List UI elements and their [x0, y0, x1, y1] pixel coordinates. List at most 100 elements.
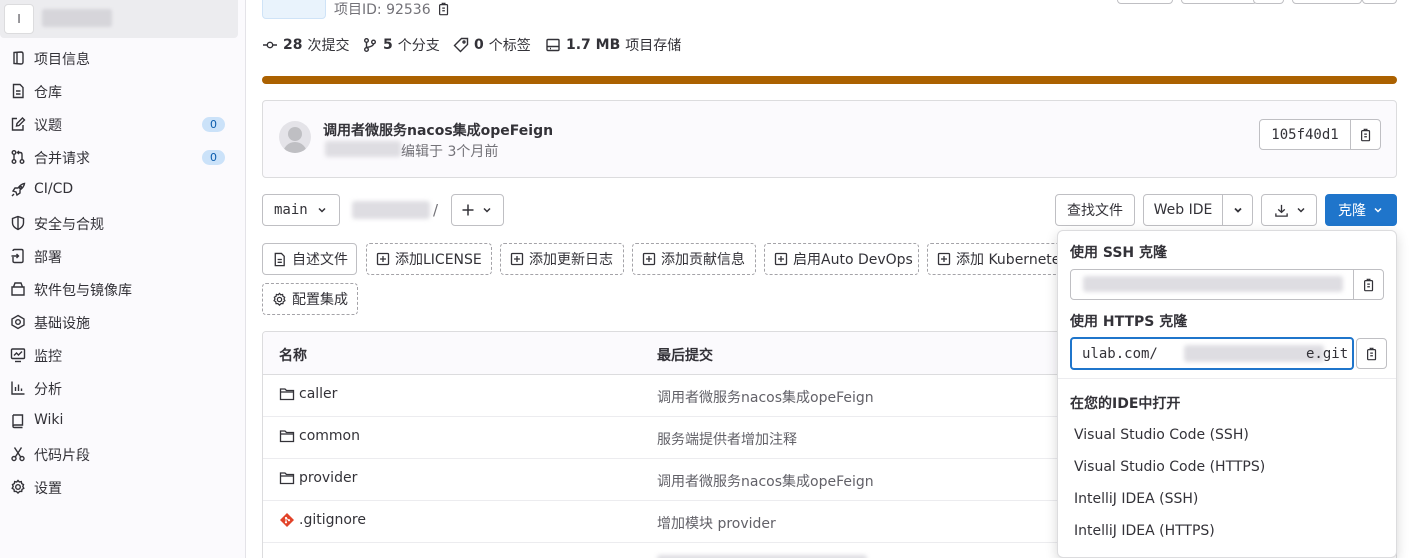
open-in-ide-header: 在您的IDE中打开: [1070, 396, 1181, 412]
chevron-down-icon: [481, 204, 493, 216]
folder-icon: [279, 386, 295, 402]
sidebar-item-merge-requests[interactable]: 合并请求 0: [0, 141, 238, 174]
sidebar-item-packages[interactable]: 软件包与镜像库: [0, 273, 238, 306]
row-commit-message[interactable]: 增加模块 provider: [657, 513, 776, 533]
commits-stat[interactable]: 28 次提交: [262, 35, 349, 55]
storage-stat[interactable]: 1.7 MB 项目存储: [545, 35, 681, 55]
enable-auto-devops-button[interactable]: 启用Auto DevOps: [764, 243, 919, 275]
chart-icon: [10, 380, 26, 396]
tag-icon: [453, 37, 469, 53]
add-changelog-button[interactable]: 添加更新日志: [500, 243, 624, 275]
sidebar-item-repository[interactable]: 仓库: [0, 75, 238, 108]
configure-integrations-button[interactable]: 配置集成: [262, 283, 358, 315]
tags-stat[interactable]: 0 个标签: [453, 35, 531, 55]
git-file-icon: [279, 512, 295, 528]
sidebar-item-analytics[interactable]: 分析: [0, 372, 238, 405]
notification-button[interactable]: [1117, 0, 1173, 4]
project-path-redacted: [352, 201, 430, 219]
copy-ssh-url-button[interactable]: [1353, 269, 1384, 300]
snippet-icon: [10, 446, 26, 462]
author-avatar[interactable]: [279, 121, 311, 153]
row-commit-message[interactable]: 服务端提供者增加注释: [657, 429, 797, 449]
file-name-link[interactable]: provider: [279, 470, 357, 486]
sidebar-item-wiki[interactable]: Wiki: [0, 405, 238, 438]
document-icon: [272, 252, 287, 267]
add-kubernetes-button[interactable]: 添加 Kubernetes: [927, 243, 1077, 275]
gear-icon: [272, 291, 287, 307]
https-clone-url-input[interactable]: ulab.com/ e.git: [1070, 337, 1354, 370]
open-vscode-ssh[interactable]: Visual Studio Code (SSH): [1074, 427, 1249, 443]
add-kubernetes-label: 添加 Kubernetes: [956, 252, 1068, 268]
copy-https-url-button[interactable]: [1356, 338, 1387, 369]
storage-label: 项目存储: [625, 38, 682, 54]
download-icon: [1274, 203, 1289, 218]
file-name: caller: [299, 386, 338, 402]
sidebar-item-monitor[interactable]: 监控: [0, 339, 238, 372]
fork-button[interactable]: [1292, 0, 1362, 4]
sidebar-item-infrastructure[interactable]: 基础设施: [0, 306, 238, 339]
project-info-icon: [10, 50, 26, 66]
sidebar-item-project-info[interactable]: 项目信息: [0, 42, 238, 75]
ssh-clone-url-input[interactable]: [1070, 269, 1354, 300]
column-header-last-commit: 最后提交: [657, 348, 713, 364]
commit-sha[interactable]: 105f40d1: [1259, 119, 1351, 150]
https-url-redacted: [1184, 345, 1324, 362]
star-button[interactable]: [1181, 0, 1257, 4]
sidebar-item-label: 基础设施: [34, 316, 90, 332]
file-name-link[interactable]: .gitignore: [279, 512, 366, 528]
sidebar-item-label: 分析: [34, 382, 62, 398]
chevron-down-icon: [1372, 204, 1384, 216]
add-license-button[interactable]: 添加LICENSE: [366, 243, 492, 275]
last-commit-title[interactable]: 调用者微服务nacos集成opeFeign: [323, 120, 553, 140]
open-intellij-https[interactable]: IntelliJ IDEA (HTTPS): [1074, 523, 1215, 539]
sidebar-item-label: 监控: [34, 349, 62, 365]
open-vscode-https[interactable]: Visual Studio Code (HTTPS): [1074, 459, 1265, 475]
row-commit-message[interactable]: 调用者微服务nacos集成opeFeign: [657, 471, 874, 491]
file-name-link[interactable]: caller: [279, 386, 337, 402]
clone-button-label: 克隆: [1338, 203, 1366, 219]
sidebar-item-settings[interactable]: 设置: [0, 471, 238, 504]
sidebar-item-issues[interactable]: 议题 0: [0, 108, 238, 141]
storage-icon: [545, 37, 561, 53]
sidebar-item-cicd[interactable]: CI/CD: [0, 174, 238, 207]
download-dropdown[interactable]: [1261, 194, 1317, 226]
add-license-label: 添加LICENSE: [395, 252, 482, 268]
clone-button[interactable]: 克隆: [1325, 194, 1397, 226]
branches-stat[interactable]: 5 个分支: [362, 35, 440, 55]
sidebar-item-label: 议题: [34, 118, 62, 134]
ssh-url-redacted: [1083, 276, 1343, 292]
copy-sha-button[interactable]: [1350, 119, 1381, 150]
project-id: 项目ID: 92536: [334, 0, 451, 19]
add-file-dropdown[interactable]: [451, 194, 504, 226]
readme-button[interactable]: 自述文件: [262, 243, 357, 275]
sidebar-item-deployments[interactable]: 部署: [0, 240, 238, 273]
sidebar-item-label: 代码片段: [34, 448, 90, 464]
chevron-down-icon: [1232, 204, 1244, 216]
branch-selector[interactable]: main: [262, 194, 340, 226]
sidebar-item-security[interactable]: 安全与合规: [0, 207, 238, 240]
sidebar: I 项目信息 仓库 议题 0 合并请求 0 CI/CD 安全与合规 部署 软件包…: [0, 0, 246, 558]
sidebar-item-snippets[interactable]: 代码片段: [0, 438, 238, 471]
row-commit-message[interactable]: 调用者微服务nacos集成opeFeign: [657, 387, 874, 407]
web-ide-dropdown[interactable]: [1222, 194, 1253, 226]
project-id-label: 项目ID: 92536: [334, 2, 431, 18]
open-intellij-ssh[interactable]: IntelliJ IDEA (SSH): [1074, 491, 1198, 507]
add-contributing-button[interactable]: 添加贡献信息: [632, 243, 756, 275]
find-file-button[interactable]: 查找文件: [1055, 194, 1135, 226]
copy-project-id-icon[interactable]: [437, 2, 451, 16]
project-switcher[interactable]: I: [0, 0, 238, 38]
fork-count-button[interactable]: [1362, 0, 1397, 4]
plus-square-icon: [937, 252, 951, 266]
star-count-button[interactable]: [1253, 0, 1284, 4]
sidebar-item-label: 合并请求: [34, 151, 90, 167]
sidebar-item-label: 软件包与镜像库: [34, 283, 132, 299]
commits-count: 28: [283, 37, 303, 53]
clone-dropdown: 使用 SSH 克隆 使用 HTTPS 克隆 ulab.com/ e.git 在您…: [1057, 230, 1397, 558]
configure-integrations-label: 配置集成: [292, 292, 348, 308]
web-ide-button[interactable]: Web IDE: [1143, 194, 1223, 226]
copy-icon: [1365, 347, 1379, 361]
rocket-icon: [10, 182, 26, 198]
dropdown-divider: [1058, 378, 1396, 379]
file-name-link[interactable]: common: [279, 428, 360, 444]
merge-requests-count-badge: 0: [202, 150, 225, 165]
